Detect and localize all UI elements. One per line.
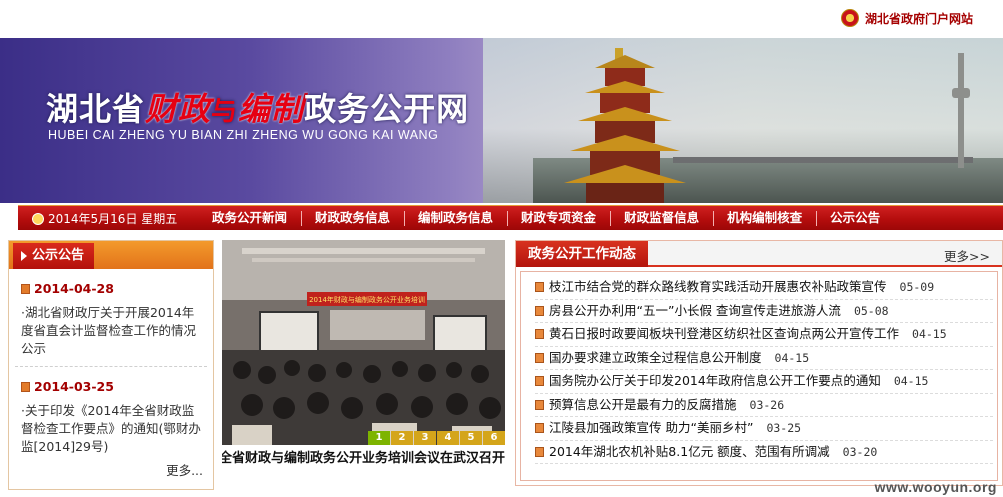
notice-tab[interactable]: 公示公告 (13, 243, 95, 269)
nav-item-finance-info[interactable]: 财政政务信息 (301, 206, 404, 231)
site-subtitle: HUBEI CAI ZHENG YU BIAN ZHI ZHENG WU GON… (48, 128, 439, 142)
document-icon (535, 423, 544, 434)
notice-header: 公示公告 (9, 241, 213, 269)
document-icon (535, 376, 544, 387)
notice-link[interactable]: ·关于印发《2014年全省财政监督检查工作要点》的通知(鄂财办监[2014]29… (21, 402, 203, 456)
watermark: www.wooyun.org (874, 479, 997, 495)
pager-dot-4[interactable]: 4 (437, 431, 459, 445)
pager-dot-2[interactable]: 2 (391, 431, 413, 445)
news-panel: 政务公开工作动态 更多>> 枝江市结合党的群众路线教育实践活动开展惠农补贴政策宣… (515, 240, 1003, 486)
news-item[interactable]: 国办要求建立政策全过程信息公开制度 04-15 (535, 347, 993, 370)
document-icon (535, 399, 544, 410)
top-bar: 湖北省政府门户网站 (0, 0, 1003, 38)
notice-date: 2014-04-28 (21, 281, 203, 296)
document-icon (535, 329, 544, 340)
nav-item-special-funds[interactable]: 财政专项资金 (507, 206, 610, 231)
calendar-icon (21, 381, 30, 392)
pager-dot-1[interactable]: 1 (368, 431, 390, 445)
notice-date: 2014-03-25 (21, 379, 203, 394)
news-item[interactable]: 预算信息公开是最有力的反腐措施 03-26 (535, 394, 993, 417)
gov-portal-link[interactable]: 湖北省政府门户网站 (840, 9, 973, 27)
notice-panel: 公示公告 2014-04-28 ·湖北省财政厅关于开展2014年度省直会计监督检… (8, 240, 214, 490)
notice-link[interactable]: ·湖北省财政厅关于开展2014年度省直会计监督检查工作的情况公示 (21, 304, 203, 358)
news-item[interactable]: 江陵县加强政策宣传 助力“美丽乡村” 03-25 (535, 417, 993, 441)
nav-item-staffing-info[interactable]: 编制政务信息 (404, 206, 507, 231)
notice-more-link[interactable]: 更多... (166, 460, 203, 479)
gov-portal-label: 湖北省政府门户网站 (864, 11, 973, 26)
national-emblem-icon (840, 9, 859, 27)
notice-entry: 2014-03-25 ·关于印发《2014年全省财政监督检查工作要点》的通知(鄂… (9, 379, 213, 456)
news-item[interactable]: 国务院办公厅关于印发2014年政府信息公开工作要点的通知 04-15 (535, 370, 993, 394)
news-tab[interactable]: 政务公开工作动态 (516, 241, 648, 267)
photo-pager: 1 2 3 4 5 6 (367, 431, 505, 445)
document-icon (535, 446, 544, 457)
nav-items: 政务公开新闻 财政政务信息 编制政务信息 财政专项资金 财政监督信息 机构编制核… (198, 206, 894, 231)
nav-item-staffing-verification[interactable]: 机构编制核查 (713, 206, 816, 231)
notice-entry: 2014-04-28 ·湖北省财政厅关于开展2014年度省直会计监督检查工作的情… (9, 281, 213, 358)
main-nav: 2014年5月16日 星期五 政务公开新闻 财政政务信息 编制政务信息 财政专项… (18, 205, 1003, 230)
news-list-box: 枝江市结合党的群众路线教育实践活动开展惠农补贴政策宣传 05-09 房县公开办利用… (520, 271, 998, 481)
nav-item-announcements[interactable]: 公示公告 (816, 206, 894, 231)
divider (15, 366, 207, 367)
pager-dot-3[interactable]: 3 (414, 431, 436, 445)
document-icon (535, 352, 544, 363)
news-item[interactable]: 2014年湖北农机补贴8.1亿元 额度、范围有所调减 03-20 (535, 441, 993, 464)
tv-tower-icon (952, 53, 970, 168)
photo-slider[interactable]: 2014年财政与编制政务公开业务培训 1 2 3 4 5 6 (222, 240, 505, 445)
document-icon (535, 282, 544, 293)
banner-bridge (673, 157, 973, 163)
nav-item-gov-news[interactable]: 政务公开新闻 (198, 206, 301, 231)
news-more-link[interactable]: 更多>> (944, 246, 990, 265)
pager-dot-6[interactable]: 6 (483, 431, 505, 445)
yellow-crane-tower-icon (564, 48, 686, 203)
nav-item-finance-supervision[interactable]: 财政监督信息 (610, 206, 713, 231)
site-title: 湖北省财政与编制政务公开网 (46, 90, 470, 128)
pager-dot-5[interactable]: 5 (460, 431, 482, 445)
calendar-icon (21, 283, 30, 294)
news-header: 政务公开工作动态 更多>> (516, 241, 1002, 267)
news-item[interactable]: 枝江市结合党的群众路线教育实践活动开展惠农补贴政策宣传 05-09 (535, 276, 993, 300)
site-banner: 湖北省财政与编制政务公开网 HUBEI CAI ZHENG YU BIAN ZH… (0, 38, 1003, 203)
news-item[interactable]: 黄石日报时政要闻板块刊登港区纺织社区查询点两公开宣传工作 04-15 (535, 323, 993, 347)
nav-date: 2014年5月16日 星期五 (32, 210, 177, 227)
document-icon (535, 305, 544, 316)
photo-banner-text: 2014年财政与编制政务公开业务培训 (309, 295, 425, 304)
news-list: 枝江市结合党的群众路线教育实践活动开展惠农补贴政策宣传 05-09 房县公开办利用… (521, 272, 997, 464)
photo-caption[interactable]: 全省财政与编制政务公开业务培训会议在武汉召开 (222, 447, 505, 465)
triangle-right-icon (21, 251, 27, 261)
meeting-photo: 2014年财政与编制政务公开业务培训 (222, 240, 505, 445)
clock-icon (32, 212, 44, 225)
news-item[interactable]: 房县公开办利用“五一”小长假 查询宣传走进旅游人流 05-08 (535, 300, 993, 323)
